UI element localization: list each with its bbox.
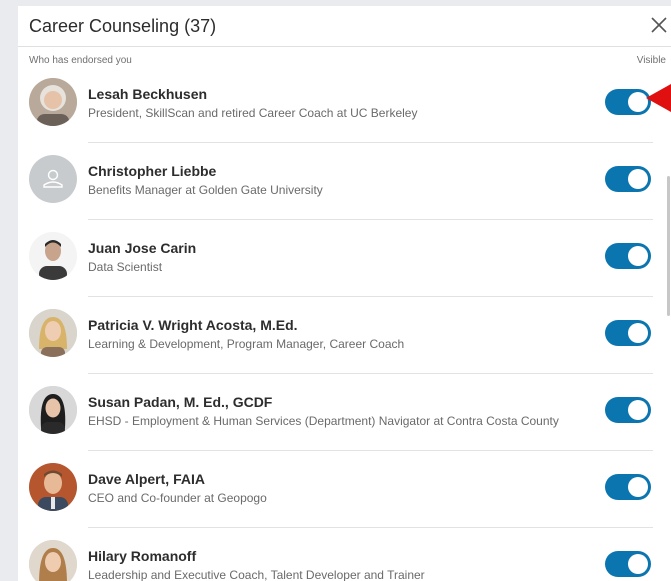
toggle-knob <box>628 477 648 497</box>
toggle-knob <box>628 323 648 343</box>
list-item: Patricia V. Wright Acosta, M.Ed. Learnin… <box>18 297 671 374</box>
endorser-headline: President, SkillScan and retired Career … <box>88 106 418 120</box>
visibility-toggle[interactable] <box>605 320 651 346</box>
endorser-headline: Benefits Manager at Golden Gate Universi… <box>88 183 323 197</box>
close-button[interactable] <box>647 11 669 37</box>
visibility-toggle[interactable] <box>605 474 651 500</box>
toggle-knob <box>628 169 648 189</box>
toggle-knob <box>628 246 648 266</box>
endorser-headline: EHSD - Employment & Human Services (Depa… <box>88 414 559 428</box>
avatar[interactable] <box>29 386 77 434</box>
endorser-name[interactable]: Susan Padan, M. Ed., GCDF <box>88 394 272 410</box>
endorsers-heading: Who has endorsed you <box>29 55 132 66</box>
person-placeholder-icon <box>43 169 63 188</box>
close-icon <box>651 17 667 33</box>
modal-header: Career Counseling (37) <box>18 6 671 47</box>
toggle-knob <box>628 554 648 574</box>
endorser-name[interactable]: Christopher Liebbe <box>88 163 216 179</box>
avatar[interactable] <box>29 155 77 203</box>
endorser-headline: Learning & Development, Program Manager,… <box>88 337 405 351</box>
list-item: Christopher Liebbe Benefits Manager at G… <box>18 143 671 220</box>
avatar[interactable] <box>29 232 77 280</box>
list-item: Susan Padan, M. Ed., GCDF EHSD - Employm… <box>18 374 671 451</box>
endorser-headline: CEO and Co-founder at Geopogo <box>88 491 267 505</box>
list-item: Juan Jose Carin Data Scientist <box>18 220 671 297</box>
avatar[interactable] <box>29 463 77 511</box>
endorsements-modal: Career Counseling (37) Who has endorsed … <box>18 6 671 581</box>
list-item: Lesah Beckhusen President, SkillScan and… <box>18 66 671 143</box>
endorser-name[interactable]: Lesah Beckhusen <box>88 86 207 102</box>
list-item: Hilary Romanoff Leadership and Executive… <box>18 528 671 581</box>
toggle-knob <box>628 92 648 112</box>
scrollbar-thumb[interactable] <box>667 176 670 316</box>
visibility-toggle[interactable] <box>605 166 651 192</box>
visibility-toggle[interactable] <box>605 551 651 577</box>
avatar[interactable] <box>29 309 77 357</box>
visible-heading: Visible <box>636 55 666 66</box>
toggle-knob <box>628 400 648 420</box>
endorser-headline: Data Scientist <box>88 260 163 274</box>
avatar[interactable] <box>29 540 77 581</box>
endorser-name[interactable]: Hilary Romanoff <box>88 548 196 564</box>
visibility-toggle[interactable] <box>605 89 651 115</box>
list-item: Dave Alpert, FAIA CEO and Co-founder at … <box>18 451 671 528</box>
visibility-toggle[interactable] <box>605 397 651 423</box>
scrollbar[interactable] <box>666 76 671 581</box>
annotation-arrow-icon <box>646 84 671 112</box>
modal-title: Career Counseling (37) <box>29 16 217 36</box>
endorser-name[interactable]: Dave Alpert, FAIA <box>88 471 205 487</box>
endorser-name[interactable]: Patricia V. Wright Acosta, M.Ed. <box>88 317 298 333</box>
visibility-toggle[interactable] <box>605 243 651 269</box>
endorser-name[interactable]: Juan Jose Carin <box>88 240 196 256</box>
endorser-headline: Leadership and Executive Coach, Talent D… <box>88 568 425 581</box>
avatar[interactable] <box>29 78 77 126</box>
